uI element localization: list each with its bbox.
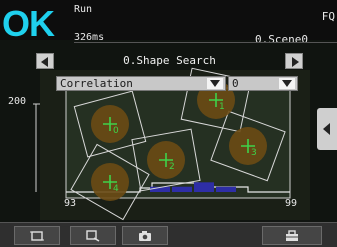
chevron-down-icon xyxy=(282,80,292,87)
target-dropdown-arrow[interactable] xyxy=(279,78,295,89)
tools-button[interactable] xyxy=(262,226,322,245)
camera-icon xyxy=(139,230,151,241)
mode-label: Run xyxy=(74,4,93,15)
target-select[interactable]: 0 xyxy=(228,76,298,91)
target-select-value: 0 xyxy=(232,77,239,90)
histogram-x-max: 99 xyxy=(285,198,298,209)
arrow-right-icon xyxy=(292,57,299,67)
toolbox-icon xyxy=(286,229,298,241)
scene-label[interactable]: 0.Scene0 xyxy=(255,33,308,46)
bottom-toolbar xyxy=(0,222,337,247)
detection-label: 0 xyxy=(113,126,119,136)
arrow-left-icon xyxy=(41,57,48,67)
detection-label: 2 xyxy=(169,162,175,172)
zoom-button[interactable] xyxy=(70,226,116,245)
arrow-left-icon xyxy=(323,123,330,135)
histogram-x-min: 93 xyxy=(64,198,77,209)
side-panel-button[interactable] xyxy=(317,108,337,150)
unit-title: 0.Shape Search xyxy=(123,54,216,67)
detection-label: 1 xyxy=(219,102,225,112)
header-divider xyxy=(74,42,337,43)
next-unit-button[interactable] xyxy=(285,53,303,69)
vision-screen: 01234 OK Run 326ms FQ 0.Scene0 0.Shape S… xyxy=(0,0,337,247)
detection-label: 4 xyxy=(113,184,119,194)
unit-nav-bar: 0.Shape Search xyxy=(36,53,303,69)
histogram-y-max: 200 xyxy=(8,96,27,107)
select-area-button[interactable] xyxy=(14,226,60,245)
magnifier-icon xyxy=(86,229,100,242)
detection-label: 3 xyxy=(251,148,257,158)
judgement-ok: OK xyxy=(2,3,55,44)
chevron-down-icon xyxy=(210,80,220,87)
capture-button[interactable] xyxy=(122,226,168,245)
histogram-bar xyxy=(172,186,192,192)
measurement-dropdown-arrow[interactable] xyxy=(207,78,223,89)
device-label: FQ xyxy=(321,10,335,23)
measurement-select-value: Correlation xyxy=(60,77,133,90)
crop-icon xyxy=(30,230,44,241)
histogram-bar xyxy=(194,182,214,192)
prev-unit-button[interactable] xyxy=(36,53,54,69)
histogram-bar xyxy=(216,186,236,192)
measurement-select[interactable]: Correlation xyxy=(56,76,226,91)
